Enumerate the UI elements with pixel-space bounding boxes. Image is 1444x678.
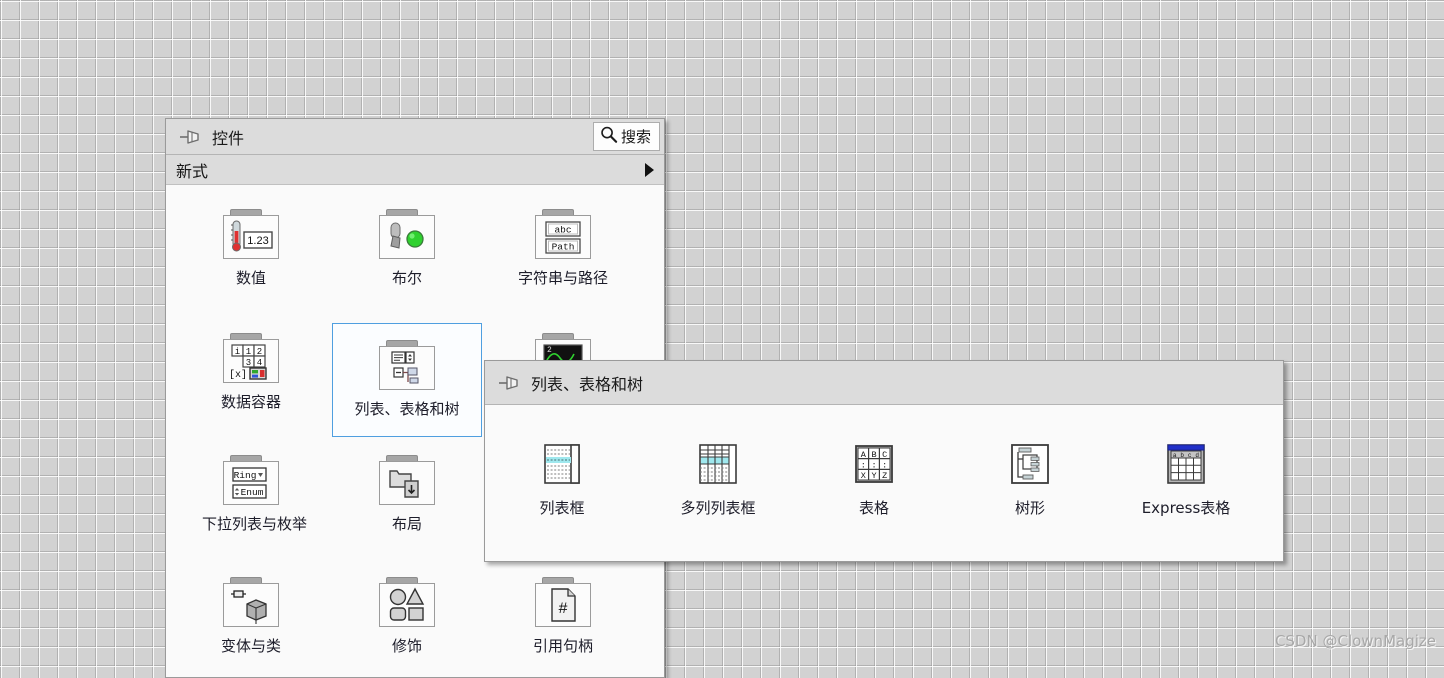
data-container-array-icon: i 1 2 3 4 [x] bbox=[202, 329, 300, 387]
subpalette-item-label: 列表框 bbox=[539, 499, 585, 517]
svg-text:1.23: 1.23 bbox=[247, 235, 268, 247]
palette-item-label: 下拉列表与枚举 bbox=[202, 515, 308, 533]
layout-container-icon bbox=[358, 451, 456, 509]
palette-item-refnum[interactable]: # 引用句柄 bbox=[514, 567, 612, 656]
pin-icon[interactable] bbox=[497, 374, 519, 392]
svg-text:Path: Path bbox=[552, 242, 575, 253]
palette-item-data-container[interactable]: i 1 2 3 4 [x] 数据容器 bbox=[202, 323, 300, 412]
svg-text:#: # bbox=[558, 600, 568, 618]
palette-item-label: 字符串与路径 bbox=[517, 269, 608, 287]
palette-item-string-path[interactable]: abc Path 字符串与路径 bbox=[514, 199, 612, 288]
palette-item-label: 数值 bbox=[235, 269, 266, 287]
svg-text:4: 4 bbox=[257, 358, 262, 368]
svg-text:b: b bbox=[1180, 452, 1184, 459]
svg-text:abc: abc bbox=[554, 225, 571, 236]
palette-header: 控件 搜索 bbox=[166, 119, 664, 155]
palette-item-numeric[interactable]: 1.23 数值 bbox=[202, 199, 300, 288]
svg-text::: : bbox=[882, 461, 887, 471]
palette-item-ring-enum[interactable]: Ring Enum 下拉列表与枚举 bbox=[202, 445, 308, 534]
svg-text::: : bbox=[861, 461, 866, 471]
svg-text:d: d bbox=[1195, 452, 1199, 459]
palette-item-label: 引用句柄 bbox=[532, 637, 593, 655]
express-table-icon: a b c d bbox=[1137, 435, 1235, 493]
decorations-shapes-icon bbox=[358, 573, 456, 631]
subpalette-item-label: Express表格 bbox=[1141, 499, 1231, 517]
svg-text::: : bbox=[871, 461, 876, 471]
refnum-hash-icon: # bbox=[514, 573, 612, 631]
tree-control-icon bbox=[981, 435, 1079, 493]
subpalette-item-label: 多列列表框 bbox=[680, 499, 756, 517]
subpalette-item-multicolumn-listbox[interactable]: 多列列表框 bbox=[669, 429, 767, 518]
palette-item-layout[interactable]: 布局 bbox=[358, 445, 456, 534]
search-icon bbox=[599, 125, 618, 148]
subpalette-item-express-table[interactable]: a b c d Express表格 bbox=[1137, 429, 1235, 518]
string-path-icon: abc Path bbox=[514, 205, 612, 263]
ring-enum-icon: Ring Enum bbox=[202, 451, 300, 509]
palette-title: 控件 bbox=[212, 128, 245, 148]
palette-item-label: 布尔 bbox=[391, 269, 422, 287]
svg-text:1: 1 bbox=[246, 347, 251, 357]
subpalette-title: 列表、表格和树 bbox=[531, 374, 644, 394]
csdn-watermark: CSDN @ClownMagize bbox=[1274, 632, 1436, 650]
svg-text:A: A bbox=[861, 450, 867, 460]
palette-item-label: 布局 bbox=[391, 515, 422, 533]
palette-item-decorations[interactable]: 修饰 bbox=[358, 567, 456, 656]
svg-text:a: a bbox=[1173, 452, 1177, 459]
svg-text:Enum: Enum bbox=[241, 487, 264, 498]
svg-text:Z: Z bbox=[882, 471, 887, 481]
boolean-switch-led-icon bbox=[358, 205, 456, 263]
svg-text:i: i bbox=[235, 347, 240, 357]
list-table-tree-subpalette-window[interactable]: 列表、表格和树 列表框 多列列表框 A B C::: X Y Z 表格 树… bbox=[484, 360, 1284, 562]
multicolumn-listbox-icon bbox=[669, 435, 767, 493]
svg-text:X: X bbox=[861, 471, 866, 481]
subpalette-header: 列表、表格和树 bbox=[485, 361, 1283, 405]
palette-category-row-modern[interactable]: 新式 bbox=[166, 155, 664, 185]
triangle-right-icon bbox=[645, 162, 654, 177]
svg-text:B: B bbox=[871, 450, 876, 460]
palette-item-list-table-tree[interactable]: 列表、表格和树 bbox=[332, 323, 482, 437]
svg-text:c: c bbox=[1188, 452, 1192, 459]
subpalette-item-tree[interactable]: 树形 bbox=[981, 429, 1079, 518]
palette-item-label: 修饰 bbox=[391, 637, 422, 655]
svg-text:C: C bbox=[882, 450, 887, 460]
subpalette-item-label: 表格 bbox=[858, 499, 889, 517]
palette-item-variant-class[interactable]: 变体与类 bbox=[202, 567, 300, 656]
palette-item-boolean[interactable]: 布尔 bbox=[358, 199, 456, 288]
svg-text:2: 2 bbox=[547, 346, 552, 355]
variant-class-icon bbox=[202, 573, 300, 631]
svg-text:3: 3 bbox=[246, 358, 251, 368]
search-button[interactable]: 搜索 bbox=[592, 122, 660, 151]
svg-text:Ring: Ring bbox=[234, 470, 257, 481]
subpalette-item-label: 树形 bbox=[1014, 499, 1045, 517]
category-label: 新式 bbox=[176, 161, 209, 181]
palette-item-label: 列表、表格和树 bbox=[354, 400, 460, 418]
search-button-label: 搜索 bbox=[620, 128, 651, 146]
svg-text:Y: Y bbox=[871, 471, 876, 481]
subpalette-item-table[interactable]: A B C : : : X Y Z 表格 bbox=[825, 429, 923, 518]
subpalette-item-listbox[interactable]: 列表框 bbox=[513, 429, 611, 518]
svg-text:2: 2 bbox=[257, 347, 262, 357]
palette-item-label: 变体与类 bbox=[220, 637, 281, 655]
numeric-thermometer-icon: 1.23 bbox=[202, 205, 300, 263]
pin-icon[interactable] bbox=[178, 128, 200, 146]
listbox-icon bbox=[513, 435, 611, 493]
palette-item-label: 数据容器 bbox=[220, 393, 281, 411]
table-abc-xyz-icon: A B C : : : X Y Z bbox=[825, 435, 923, 493]
list-table-tree-icon bbox=[333, 336, 481, 394]
svg-text:[x]: [x] bbox=[229, 369, 247, 380]
